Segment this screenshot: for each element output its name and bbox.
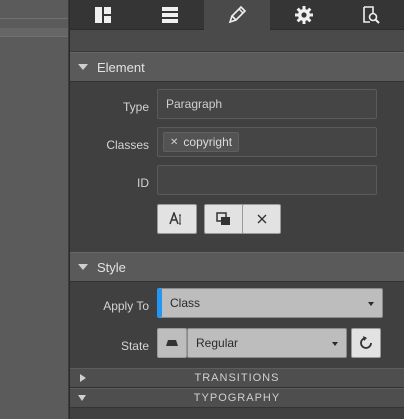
element-section-header[interactable]: Element (70, 52, 404, 82)
transitions-collapsible[interactable]: TRANSITIONS (70, 368, 404, 388)
id-label: ID (137, 176, 149, 190)
collapse-triangle-icon (78, 395, 86, 401)
panel-tabbar (70, 0, 404, 30)
style-section-header[interactable]: Style (70, 252, 404, 282)
tab-style[interactable] (203, 0, 271, 30)
apply-to-row: Apply To Class (70, 286, 404, 326)
brush-icon (228, 6, 246, 24)
collapse-triangle-icon (78, 64, 88, 70)
transitions-label: TRANSITIONS (194, 372, 280, 384)
element-actions-row (70, 202, 404, 244)
classes-input[interactable]: ✕ copyright (157, 127, 377, 157)
apply-to-select[interactable]: Class (157, 288, 383, 318)
state-select[interactable]: Regular (187, 328, 347, 358)
element-section-title: Element (97, 59, 145, 75)
canvas-guide-line (0, 18, 68, 19)
list-rows-icon (162, 7, 179, 23)
chevron-down-icon (368, 302, 374, 306)
duplicate-button[interactable] (204, 204, 244, 234)
duplicate-icon (216, 212, 230, 225)
state-value: Regular (196, 336, 239, 350)
tab-layout[interactable] (70, 0, 137, 30)
state-trapezoid-icon (166, 340, 178, 346)
chevron-down-icon (332, 342, 338, 346)
layout-grid-icon (95, 7, 112, 23)
classes-row: Classes ✕ copyright (70, 126, 404, 164)
class-chip[interactable]: ✕ copyright (163, 132, 240, 152)
state-label: State (120, 339, 149, 353)
remove-chip-icon[interactable]: ✕ (170, 137, 178, 148)
apply-to-value: Class (170, 296, 201, 310)
refresh-icon (360, 336, 372, 349)
type-field: Paragraph (157, 89, 377, 119)
state-indicator-button[interactable] (157, 328, 187, 358)
panel-spacer (70, 30, 404, 52)
classes-label: Classes (106, 138, 149, 152)
reset-state-button[interactable] (351, 328, 381, 358)
class-chip-label: copyright (183, 135, 233, 149)
state-row: State Regular (70, 326, 404, 366)
gear-icon (294, 6, 313, 24)
canvas-band (0, 28, 68, 36)
tab-structure[interactable] (137, 0, 204, 30)
style-section-title: Style (97, 259, 126, 275)
inspector-panel: Element Type Paragraph Classes ✕ copyrig… (69, 0, 404, 419)
apply-to-label: Apply To (103, 299, 149, 313)
tab-page-search[interactable] (337, 0, 404, 30)
tab-settings[interactable] (270, 0, 337, 30)
id-row: ID (70, 164, 404, 202)
id-input[interactable] (157, 165, 377, 195)
close-icon (257, 214, 266, 224)
collapse-triangle-icon (78, 264, 88, 270)
text-cursor-button[interactable] (157, 204, 197, 234)
canvas-guide-line (0, 36, 68, 37)
expand-triangle-icon (80, 374, 86, 382)
remove-element-button[interactable] (242, 204, 281, 234)
page-search-icon (362, 6, 380, 24)
typography-label: TYPOGRAPHY (193, 392, 281, 404)
text-cursor-icon (169, 212, 181, 225)
type-row: Type Paragraph (70, 88, 404, 126)
typography-collapsible[interactable]: TYPOGRAPHY (70, 388, 404, 408)
type-label: Type (122, 100, 149, 114)
canvas-preview-strip (0, 0, 68, 419)
